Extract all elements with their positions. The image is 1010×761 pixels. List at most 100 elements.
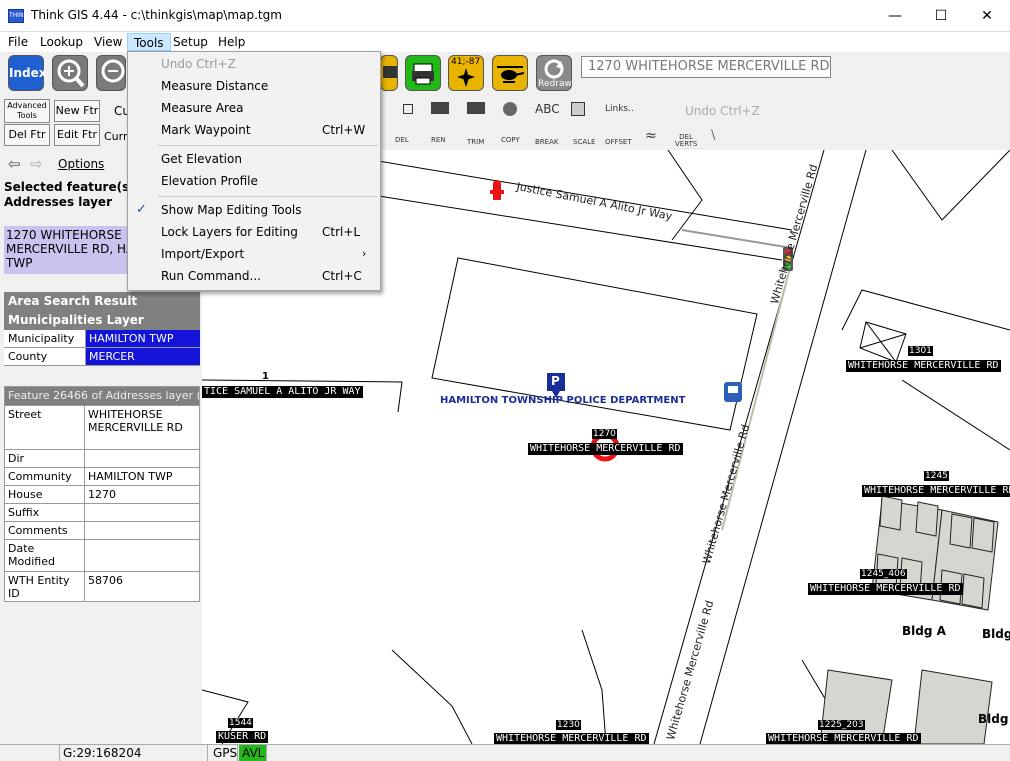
address-label: TICE SAMUEL A ALITO JR WAY bbox=[202, 386, 363, 398]
comments-value bbox=[85, 522, 199, 539]
date-modified-value bbox=[85, 540, 199, 571]
menu-item-lock-layers[interactable]: Lock Layers for Editing Ctrl+L bbox=[128, 221, 380, 243]
helicopter-button[interactable] bbox=[492, 55, 528, 91]
table-row: House 1270 bbox=[5, 485, 199, 503]
address-search-input[interactable]: 1270 WHITEHORSE MERCERVILLE RD bbox=[581, 56, 831, 78]
gps-indicator: GPS bbox=[210, 745, 238, 761]
bus-stop-icon bbox=[724, 382, 742, 402]
menu-item-measure-distance[interactable]: Measure Distance bbox=[128, 75, 380, 97]
avl-indicator: AVL bbox=[239, 745, 267, 761]
menu-item-mark-waypoint[interactable]: Mark Waypoint Ctrl+W bbox=[128, 119, 380, 141]
address-number: 1230 bbox=[556, 720, 581, 730]
menu-item-import-export[interactable]: Import/Export › bbox=[128, 243, 380, 265]
municipality-key: Municipality bbox=[4, 330, 86, 347]
menu-item-undo[interactable]: Undo Ctrl+Z bbox=[128, 53, 380, 75]
entity-id-value: 58706 bbox=[88, 574, 123, 587]
undo-button[interactable]: Undo Ctrl+Z bbox=[685, 104, 760, 118]
menu-item-get-elevation[interactable]: Get Elevation bbox=[128, 148, 380, 170]
entity-id-key: WTH Entity ID bbox=[5, 572, 85, 601]
index-button[interactable]: Index bbox=[8, 55, 46, 91]
table-row: County MERCER bbox=[4, 348, 200, 366]
options-link[interactable]: Options bbox=[58, 157, 104, 171]
table-row: Date Modified bbox=[5, 539, 199, 571]
area-search-title: Area Search Result bbox=[4, 292, 200, 311]
county-value: MERCER bbox=[86, 348, 200, 365]
area-layer-title: Municipalities Layer bbox=[4, 311, 200, 330]
advanced-tools-button[interactable]: Advanced Tools bbox=[4, 99, 50, 123]
table-row: Dir bbox=[5, 449, 199, 467]
zoom-in-button[interactable] bbox=[52, 55, 88, 91]
menu-item-measure-area[interactable]: Measure Area bbox=[128, 97, 380, 119]
menu-item-show-map-editing-tools[interactable]: ✓ Show Map Editing Tools bbox=[128, 199, 380, 221]
submenu-arrow-icon: › bbox=[362, 247, 367, 260]
del-tool-button[interactable]: DEL bbox=[395, 136, 409, 144]
status-cell-empty bbox=[2, 745, 60, 761]
measure-button[interactable] bbox=[380, 55, 398, 91]
back-arrow-icon[interactable]: ⇦ bbox=[8, 155, 21, 173]
building-label: Bldg bbox=[978, 712, 1009, 726]
address-label: WHITEHORSE MERCERVILLE RD bbox=[846, 360, 1001, 372]
delete-feature-button[interactable]: Del Ftr bbox=[4, 124, 50, 146]
links-button[interactable]: Links.. bbox=[605, 104, 634, 114]
line-tool-icon[interactable]: ⧵ bbox=[711, 128, 715, 144]
image-tool-icon[interactable] bbox=[571, 102, 585, 116]
trim-tool-button[interactable]: TRIM bbox=[467, 138, 484, 146]
copy-tool-button[interactable]: COPY bbox=[501, 136, 520, 144]
menu-view[interactable]: View bbox=[88, 33, 128, 51]
table-row: Municipality HAMILTON TWP bbox=[4, 330, 200, 348]
menu-item-elevation-profile[interactable]: Elevation Profile bbox=[128, 170, 380, 192]
coordinates-button[interactable]: 41;-87 bbox=[448, 55, 484, 91]
minimize-button[interactable]: — bbox=[872, 0, 918, 32]
dir-value bbox=[85, 450, 199, 467]
zoom-out-button[interactable] bbox=[96, 55, 126, 91]
table-row: Suffix bbox=[5, 503, 199, 521]
zoom-in-icon bbox=[57, 59, 85, 88]
county-key: County bbox=[4, 348, 86, 365]
scale-tool-button[interactable]: SCALE bbox=[573, 138, 595, 146]
menu-separator bbox=[158, 145, 378, 146]
menu-help[interactable]: Help bbox=[212, 33, 251, 51]
circle-tool-icon[interactable] bbox=[503, 102, 517, 116]
forward-arrow-icon[interactable]: ⇨ bbox=[30, 155, 43, 173]
police-department-label: HAMILTON TOWNSHIP POLICE DEPARTMENT bbox=[440, 395, 686, 406]
maximize-button[interactable]: ☐ bbox=[918, 0, 964, 32]
close-button[interactable]: ✕ bbox=[964, 0, 1010, 32]
menu-file[interactable]: File bbox=[2, 33, 34, 51]
status-coords: G:29:168204 bbox=[60, 745, 208, 761]
edit-feature-button[interactable]: Edit Ftr bbox=[54, 124, 100, 146]
building-label: Bldg A bbox=[902, 624, 946, 638]
area-search-result: Area Search Result Municipalities Layer … bbox=[4, 292, 200, 366]
suffix-value bbox=[85, 504, 199, 521]
address-number: 1245 bbox=[924, 471, 949, 481]
fire-hydrant-icon bbox=[490, 180, 504, 200]
ren-tool-button[interactable]: REN bbox=[431, 136, 446, 144]
text-tool-button[interactable]: ABC bbox=[535, 102, 560, 116]
building-tool-icon[interactable] bbox=[431, 102, 449, 114]
app-icon: THINK bbox=[8, 9, 27, 23]
address-number: 1301 bbox=[908, 346, 933, 356]
break-tool-button[interactable]: BREAK bbox=[535, 138, 558, 146]
menu-lookup[interactable]: Lookup bbox=[34, 33, 89, 51]
curr-label: Curr bbox=[104, 130, 128, 143]
menu-item-run-command[interactable]: Run Command... Ctrl+C bbox=[128, 265, 380, 287]
new-feature-button[interactable]: New Ftr bbox=[54, 100, 100, 122]
house-value: 1270 bbox=[88, 488, 116, 501]
offset-tool-button[interactable]: OFFSET bbox=[605, 138, 632, 146]
menu-setup[interactable]: Setup bbox=[167, 33, 214, 51]
zoom-out-icon bbox=[101, 59, 125, 83]
redraw-button[interactable]: Redraw bbox=[536, 55, 572, 91]
address-number: 1544 bbox=[228, 718, 253, 728]
table-row: Community HAMILTON TWP bbox=[5, 467, 199, 485]
print-button[interactable] bbox=[405, 55, 441, 91]
point-tool-icon[interactable] bbox=[403, 104, 413, 114]
tools-menu-dropdown: Undo Ctrl+Z Measure Distance Measure Are… bbox=[127, 51, 381, 291]
community-key: Community bbox=[5, 468, 85, 485]
feature-header: Feature 26466 of Addresses layer (Base) bbox=[5, 387, 199, 405]
table-row: Street WHITEHORSE MERCERVILLE RD bbox=[5, 405, 199, 449]
redraw-label: Redraw bbox=[538, 79, 572, 89]
address-number: 1270 bbox=[592, 429, 617, 439]
parcel-tool-icon[interactable] bbox=[467, 102, 485, 114]
menu-tools[interactable]: Tools bbox=[127, 33, 171, 51]
del-verts-tool-button[interactable]: DEL VERTS bbox=[675, 134, 697, 148]
wave-tool-icon[interactable]: ≈ bbox=[645, 128, 657, 144]
